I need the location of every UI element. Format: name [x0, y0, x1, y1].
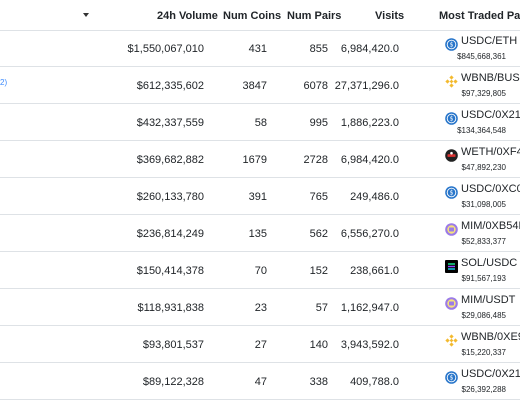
table-header: 24h Volume Num Coins Num Pairs Visits Mo… [0, 0, 520, 31]
most-traded-pair-name[interactable]: WBNB/0XE9E... [461, 331, 520, 343]
visits-cell: 409,788.0 [350, 376, 399, 388]
header-most-traded-pair[interactable]: Most Traded Pair [439, 10, 520, 22]
visits-cell: 1,162,947.0 [340, 302, 399, 314]
num-pairs-cell: 57 [315, 302, 328, 314]
header-visits[interactable]: Visits [375, 10, 404, 22]
num-pairs-cell: 140 [309, 339, 328, 351]
volume-cell: $612,335,602 [136, 80, 204, 92]
num-pairs-cell: 995 [309, 117, 328, 129]
svg-text:$: $ [450, 190, 454, 197]
num-pairs-cell: 562 [309, 228, 328, 240]
num-coins-cell: 47 [254, 376, 267, 388]
header-num-pairs[interactable]: Num Pairs [287, 10, 341, 22]
header-num-coins[interactable]: Num Coins [223, 10, 281, 22]
num-coins-cell: 58 [254, 117, 267, 129]
num-coins-cell: 391 [248, 191, 267, 203]
usdc-icon: $ [445, 38, 458, 51]
most-traded-pair-name[interactable]: WETH/0XF4D... [461, 146, 520, 158]
num-pairs-cell: 6078 [303, 80, 328, 92]
volume-cell: $89,122,328 [142, 376, 204, 388]
bnb-icon [445, 334, 458, 347]
most-traded-pair-volume: $91,567,193 [461, 274, 507, 283]
most-traded-pair-name[interactable]: SOL/USDC [461, 257, 517, 269]
exchange-name-link[interactable]: 2) [0, 78, 7, 87]
most-traded-pair-volume: $31,098,005 [461, 200, 507, 209]
bnb-icon [445, 75, 458, 88]
visits-cell: 6,556,270.0 [340, 228, 399, 240]
volume-cell: $369,682,882 [136, 154, 204, 166]
table-row[interactable]: $369,682,882 1679 2728 6,984,420.0 WETH/0XF4… [0, 141, 520, 178]
volume-cell: $260,133,780 [136, 191, 204, 203]
table-row[interactable]: $89,122,328 47 338 409,788.0 $ USDC/0X21B... $… [0, 363, 520, 400]
most-traded-pair-volume: $97,329,805 [461, 89, 507, 98]
eth-logo-icon [445, 149, 458, 162]
visits-cell: 3,943,592.0 [340, 339, 399, 351]
svg-text:$: $ [450, 42, 454, 49]
most-traded-pair-name[interactable]: USDC/ETH [461, 35, 517, 47]
visits-cell: 1,886,223.0 [340, 117, 399, 129]
most-traded-pair-name[interactable]: MIM/0XB54F... [461, 220, 520, 232]
num-coins-cell: 431 [248, 43, 267, 55]
table-row[interactable]: $150,414,378 70 152 238,661.0 SOL/USDC $91,56… [0, 252, 520, 289]
most-traded-pair-name[interactable]: WBNB/BUSD [461, 72, 520, 84]
most-traded-pair-volume: $15,220,337 [461, 348, 507, 357]
most-traded-pair-volume: $26,392,288 [461, 385, 507, 394]
table-row[interactable]: $93,801,537 27 140 3,943,592.0 WBNB/0XE9E...… [0, 326, 520, 363]
most-traded-pair-name[interactable]: USDC/0X21B... [461, 109, 520, 121]
volume-cell: $150,414,378 [136, 265, 204, 277]
num-coins-cell: 23 [254, 302, 267, 314]
visits-cell: 27,371,296.0 [334, 80, 399, 92]
most-traded-pair-volume: $845,668,361 [457, 52, 506, 61]
volume-cell: $1,550,067,010 [127, 43, 204, 55]
svg-text:$: $ [450, 375, 454, 382]
num-pairs-cell: 765 [309, 191, 328, 203]
volume-cell: $93,801,537 [142, 339, 204, 351]
num-pairs-cell: 338 [309, 376, 328, 388]
table-row[interactable]: $432,337,559 58 995 1,886,223.0 $ USDC/0X21B.… [0, 104, 520, 141]
num-coins-cell: 70 [254, 265, 267, 277]
visits-cell: 6,984,420.0 [340, 154, 399, 166]
usdc-icon: $ [445, 112, 458, 125]
most-traded-pair-name[interactable]: USDC/0X21B... [461, 368, 520, 380]
table-row[interactable]: $1,550,067,010 431 855 6,984,420.0 $ USDC/ETH… [0, 30, 520, 67]
table-row[interactable]: $260,133,780 391 765 249,486.0 $ USDC/0XC02..… [0, 178, 520, 215]
sort-caret-icon[interactable] [83, 13, 89, 17]
visits-cell: 249,486.0 [350, 191, 399, 203]
volume-cell: $118,931,838 [137, 302, 204, 314]
table-row[interactable]: 2) $612,335,602 3847 6078 27,371,296.0 WBNB/B… [0, 67, 520, 104]
most-traded-pair-volume: $29,086,485 [461, 311, 507, 320]
num-coins-cell: 3847 [242, 80, 267, 92]
header-24h-volume[interactable]: 24h Volume [157, 10, 218, 22]
most-traded-pair-name[interactable]: MIM/USDT [461, 294, 515, 306]
num-pairs-cell: 855 [309, 43, 328, 55]
most-traded-pair-name[interactable]: USDC/0XC02... [461, 183, 520, 195]
sol-icon [445, 260, 458, 273]
num-coins-cell: 135 [248, 228, 267, 240]
mim-icon [445, 297, 458, 310]
volume-cell: $236,814,249 [136, 228, 204, 240]
table-row[interactable]: $118,931,838 23 57 1,162,947.0 MIM/USDT $29,0… [0, 289, 520, 326]
usdc-icon: $ [445, 186, 458, 199]
num-coins-cell: 27 [254, 339, 267, 351]
svg-text:$: $ [450, 116, 454, 123]
volume-cell: $432,337,559 [136, 117, 204, 129]
usdc-icon: $ [445, 371, 458, 384]
visits-cell: 238,661.0 [350, 265, 399, 277]
num-pairs-cell: 2728 [303, 154, 328, 166]
table-row[interactable]: $236,814,249 135 562 6,556,270.0 MIM/0XB54F.… [0, 215, 520, 252]
most-traded-pair-volume: $52,833,377 [461, 237, 507, 246]
most-traded-pair-volume: $134,364,548 [457, 126, 506, 135]
num-pairs-cell: 152 [309, 265, 328, 277]
visits-cell: 6,984,420.0 [340, 43, 399, 55]
most-traded-pair-volume: $47,892,230 [461, 163, 507, 172]
mim-icon [445, 223, 458, 236]
num-coins-cell: 1679 [242, 154, 267, 166]
